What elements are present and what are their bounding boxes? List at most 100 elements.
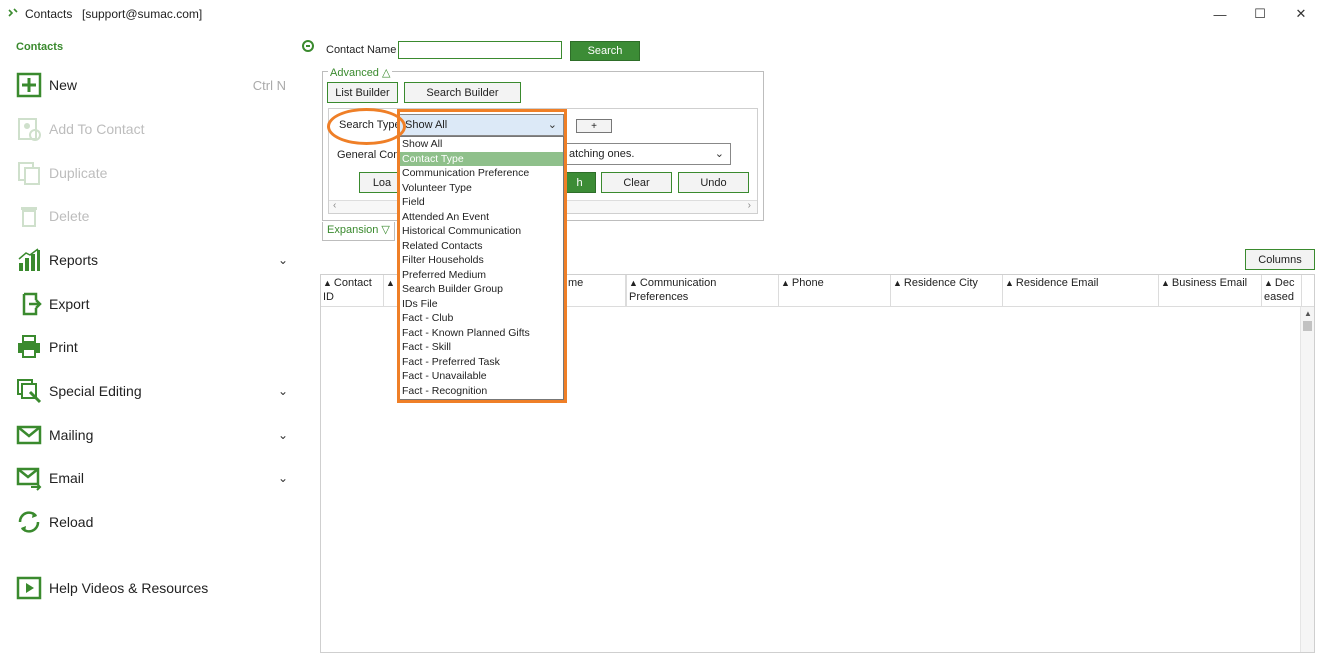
dropdown-option-ids-file[interactable]: IDs File bbox=[399, 297, 563, 312]
sort-arrow-icon: ▲ bbox=[386, 278, 395, 288]
sort-arrow-icon: ▲ bbox=[1161, 278, 1170, 288]
sidebar-item-label: Add To Contact bbox=[49, 121, 145, 137]
printer-icon bbox=[14, 332, 44, 362]
window-title: Contacts bbox=[25, 7, 73, 21]
search-type-value: Show All bbox=[405, 119, 448, 131]
undo-button[interactable]: Undo bbox=[678, 172, 749, 193]
chevron-down-icon[interactable]: ⌄ bbox=[278, 253, 288, 267]
dropdown-option-fact-recognition[interactable]: Fact - Recognition bbox=[399, 384, 563, 399]
dropdown-option-communication-preference[interactable]: Communication Preference bbox=[399, 166, 563, 181]
dropdown-option-historical-communication[interactable]: Historical Communication bbox=[399, 224, 563, 239]
dropdown-option-fact-club[interactable]: Fact - Club bbox=[399, 311, 563, 326]
columns-button[interactable]: Columns bbox=[1245, 249, 1315, 270]
search-type-dropdown-list: Show All Contact Type Communication Pref… bbox=[398, 136, 564, 400]
sidebar-item-label: Help Videos & Resources bbox=[49, 580, 209, 596]
expansion-toggle[interactable]: Expansion ▽ bbox=[322, 222, 395, 241]
sidebar-item-email[interactable]: Email ⌄ bbox=[14, 461, 294, 495]
scroll-left-icon[interactable]: ‹ bbox=[333, 200, 336, 211]
sidebar-item-label: Reports bbox=[49, 252, 99, 268]
sort-arrow-icon: ▲ bbox=[893, 278, 902, 288]
plus-box-icon bbox=[14, 70, 44, 100]
bar-chart-icon bbox=[14, 245, 44, 275]
video-icon bbox=[14, 573, 44, 603]
sidebar-item-help-videos[interactable]: Help Videos & Resources bbox=[14, 571, 294, 605]
sort-arrow-icon: ▲ bbox=[1264, 278, 1273, 288]
search-type-select[interactable]: Show All ⌄ bbox=[399, 114, 564, 136]
dropdown-option-volunteer-type[interactable]: Volunteer Type bbox=[399, 181, 563, 196]
add-criteria-button[interactable]: + bbox=[576, 119, 612, 133]
maximize-button[interactable]: ☐ bbox=[1249, 4, 1271, 24]
general-contact-value: atching ones. bbox=[569, 148, 635, 160]
column-header-deceased[interactable]: ▲ Dec eased bbox=[1262, 275, 1302, 307]
column-header-residence-city[interactable]: ▲ Residence City bbox=[891, 275, 1003, 307]
dropdown-option-filter-households[interactable]: Filter Households bbox=[399, 253, 563, 268]
scrollbar-thumb[interactable] bbox=[1303, 321, 1312, 331]
column-header-business-email[interactable]: ▲ Business Email bbox=[1159, 275, 1262, 307]
sidebar-item-reload[interactable]: Reload bbox=[14, 505, 294, 539]
sort-arrow-icon: ▲ bbox=[629, 278, 638, 288]
dropdown-option-preferred-medium[interactable]: Preferred Medium bbox=[399, 268, 563, 283]
reload-icon bbox=[14, 507, 44, 537]
column-header-communication-preferences[interactable]: ▲ Communication Preferences bbox=[626, 275, 779, 307]
chevron-down-icon[interactable]: ⌄ bbox=[278, 428, 288, 442]
sidebar-item-reports[interactable]: Reports ⌄ bbox=[14, 243, 294, 277]
sidebar-item-delete[interactable]: Delete bbox=[14, 199, 294, 233]
sidebar-item-label: Duplicate bbox=[49, 165, 108, 181]
dropdown-option-search-builder-group[interactable]: Search Builder Group bbox=[399, 282, 563, 297]
dropdown-option-fact-known-planned-gifts[interactable]: Fact - Known Planned Gifts bbox=[399, 326, 563, 341]
close-icon: ✕ bbox=[1295, 6, 1307, 21]
clear-button[interactable]: Clear bbox=[601, 172, 672, 193]
mail-icon bbox=[14, 420, 44, 450]
dropdown-option-fact-preferred-task[interactable]: Fact - Preferred Task bbox=[399, 355, 563, 370]
sidebar-item-duplicate[interactable]: Duplicate bbox=[14, 156, 294, 190]
general-contact-label: General Cont bbox=[337, 149, 403, 161]
dropdown-option-show-all[interactable]: Show All bbox=[399, 137, 563, 152]
dropdown-option-field[interactable]: Field bbox=[399, 195, 563, 210]
column-header-contact-id[interactable]: ▲ Contact ID bbox=[321, 275, 384, 307]
dropdown-option-contact-type[interactable]: Contact Type bbox=[399, 151, 563, 166]
sidebar-heading: Contacts bbox=[16, 41, 64, 53]
sidebar-item-mailing[interactable]: Mailing ⌄ bbox=[14, 418, 294, 452]
collapse-toggle-icon[interactable] bbox=[302, 40, 314, 52]
sidebar-item-export[interactable]: Export bbox=[14, 287, 294, 321]
sidebar-item-label: Delete bbox=[49, 208, 90, 224]
sidebar-item-special-editing[interactable]: Special Editing ⌄ bbox=[14, 374, 294, 408]
column-header-partial[interactable]: ▲ bbox=[384, 275, 399, 307]
search-button[interactable]: Search bbox=[570, 41, 640, 61]
sidebar-item-label: Export bbox=[49, 296, 90, 312]
add-contact-icon bbox=[14, 114, 44, 144]
search-builder-button[interactable]: Search Builder bbox=[404, 82, 521, 103]
list-builder-button[interactable]: List Builder bbox=[327, 82, 398, 103]
dropdown-option-fact-skill[interactable]: Fact - Skill bbox=[399, 340, 563, 355]
column-header-name[interactable]: me bbox=[566, 275, 626, 307]
chevron-down-icon[interactable]: ⌄ bbox=[278, 471, 288, 485]
advanced-search-button[interactable]: h bbox=[563, 172, 596, 193]
column-header-phone[interactable]: ▲ Phone bbox=[779, 275, 891, 307]
scroll-up-icon[interactable]: ▲ bbox=[1304, 309, 1312, 318]
vertical-scrollbar[interactable]: ▲ bbox=[1300, 307, 1314, 652]
chevron-down-icon: ⌄ bbox=[714, 148, 724, 160]
sidebar-item-label: Reload bbox=[49, 514, 94, 530]
scroll-right-icon[interactable]: › bbox=[748, 200, 751, 211]
dropdown-option-fact-unavailable[interactable]: Fact - Unavailable bbox=[399, 369, 563, 384]
sort-arrow-icon: ▲ bbox=[1005, 278, 1014, 288]
dropdown-option-related-contacts[interactable]: Related Contacts bbox=[399, 239, 563, 254]
sidebar-item-label: Print bbox=[49, 339, 78, 355]
sidebar-item-add-to-contact[interactable]: Add To Contact bbox=[14, 112, 294, 146]
sidebar-item-new[interactable]: New Ctrl N bbox=[14, 68, 294, 102]
shortcut-label: Ctrl N bbox=[252, 77, 286, 93]
contact-name-input[interactable] bbox=[398, 41, 562, 59]
trash-icon bbox=[14, 201, 44, 231]
sort-arrow-icon: ▲ bbox=[323, 278, 332, 288]
advanced-toggle[interactable]: Advanced △ bbox=[328, 66, 393, 79]
dropdown-option-attended-an-event[interactable]: Attended An Event bbox=[399, 210, 563, 225]
chevron-down-icon[interactable]: ⌄ bbox=[278, 384, 288, 398]
close-button[interactable]: ✕ bbox=[1290, 4, 1312, 24]
maximize-icon: ☐ bbox=[1254, 6, 1266, 21]
chevron-down-icon: ⌄ bbox=[547, 119, 557, 131]
minimize-button[interactable]: — bbox=[1209, 4, 1231, 24]
column-header-residence-email[interactable]: ▲ Residence Email bbox=[1003, 275, 1159, 307]
sidebar-item-label: Special Editing bbox=[49, 383, 142, 399]
general-contact-select[interactable]: atching ones. ⌄ bbox=[563, 143, 731, 165]
sidebar-item-print[interactable]: Print bbox=[14, 330, 294, 364]
